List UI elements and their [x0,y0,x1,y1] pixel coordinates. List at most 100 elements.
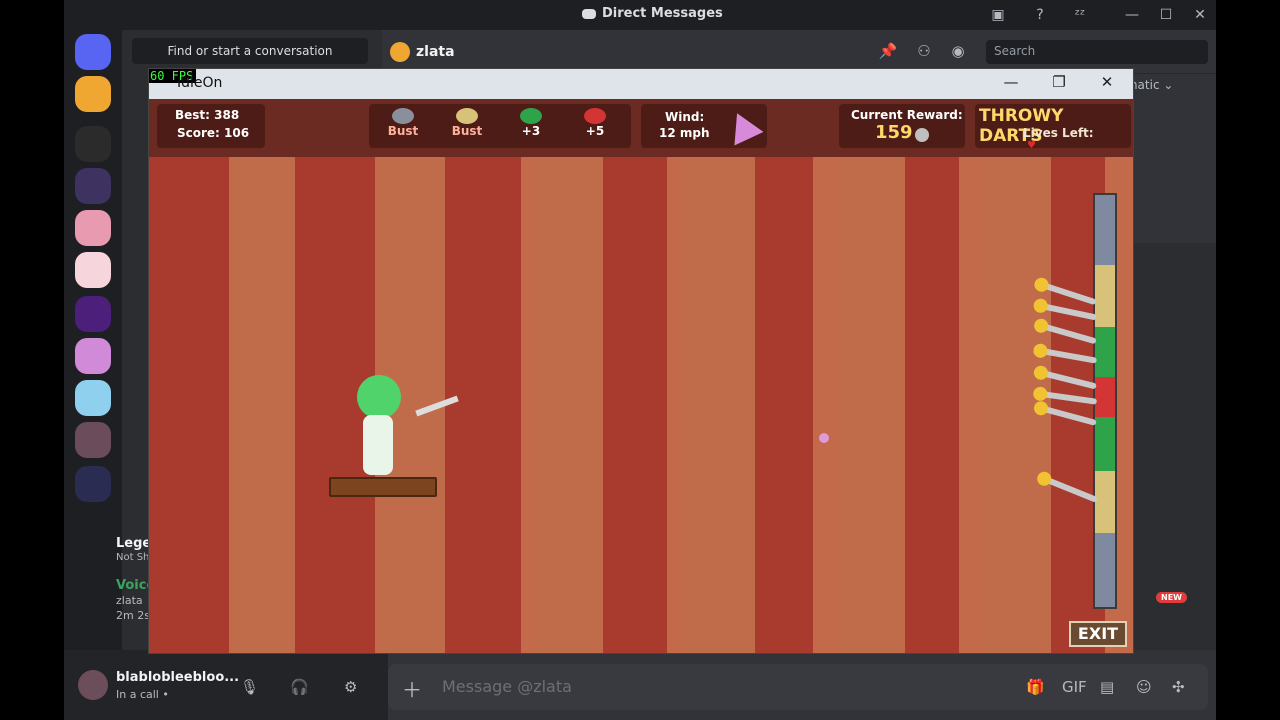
stripe [683,157,755,653]
wind-value: 12 mph [659,126,710,140]
stripe [229,157,295,653]
sleep-icon[interactable]: ᶻᶻ [1070,5,1090,25]
help-icon[interactable]: ? [1030,5,1050,25]
user-avatar[interactable] [78,670,108,700]
stripe [531,157,603,653]
dart-label: Bust [451,124,483,138]
dart-label: +3 [521,124,541,138]
reward-box: Current Reward: 159 [839,104,965,148]
emoji-icon[interactable]: ☺ [1136,678,1152,696]
dart-yellow-icon [456,108,478,124]
server-icon[interactable] [75,466,111,502]
game-close-icon[interactable]: ✕ [1095,73,1119,95]
minimize-icon[interactable]: — [1122,5,1142,25]
dart-label: Bust [387,124,419,138]
server-icon[interactable] [75,422,111,458]
add-attachment-icon[interactable]: ＋ [402,674,422,703]
server-icon[interactable] [75,168,111,204]
app-titlebar: Direct Messages ▣ ? ᶻᶻ — ☐ ✕ [64,0,1216,30]
player-body [363,415,393,475]
server-icon[interactable] [75,210,111,246]
user-status: In a call • [116,688,169,701]
coin-icon [915,128,929,142]
server-icon[interactable] [75,126,111,162]
reward-value: 159 [875,122,913,143]
dart-type-3: +3 [511,108,551,138]
dm-username: zlata [416,44,455,60]
voice-server-name: Lege [116,536,152,551]
titlebar-title: Direct Messages [582,6,723,21]
avatar [390,42,410,62]
heart-icon: ♥ [1027,140,1036,151]
add-friend-icon[interactable]: ⚇ [914,42,934,62]
dart-red-icon [584,108,606,124]
wind-label: Wind: [665,110,705,124]
message-input[interactable]: Message @zlata [442,677,572,696]
window-title: Direct Messages [602,6,723,21]
server-icon[interactable] [75,76,111,112]
message-composer: ＋ Message @zlata 🎁 GIF ▤ ☺ ✣ [388,664,1208,710]
board-segment-green [1095,327,1115,377]
gift-icon[interactable]: 🎁 [1026,678,1045,696]
dm-user[interactable]: zlata [390,42,455,62]
game-window-title: IdleOn [177,75,223,91]
reward-label: Current Reward: [851,108,963,122]
new-badge: NEW [1156,592,1187,603]
microphone-icon[interactable]: 🎙 [240,678,259,696]
dart-green-icon [520,108,542,124]
game-name-box: THROWY DARTS Lives Left: ♥ [975,104,1131,151]
close-icon[interactable]: ✕ [1190,5,1210,25]
wind-arrow-icon [722,106,764,146]
game-window: 60 FPS IdleOn — ❐ ✕ Best: 388 Score: 106… [148,68,1134,654]
right-black-bar [1216,0,1280,720]
cursor-icon [819,433,829,443]
server-icon[interactable] [75,252,111,288]
headphones-icon[interactable]: 🎧 [290,678,309,696]
board-segment-yellow [1095,471,1115,533]
dart-type-2: Bust [447,108,487,138]
pin-icon[interactable]: 📌 [878,42,898,62]
player-head [357,375,401,419]
dart-type-4: +5 [575,108,615,138]
game-titlebar: 60 FPS IdleOn — ❐ ✕ [149,69,1133,99]
best-score: Best: 388 [175,108,240,122]
gif-icon[interactable]: GIF [1062,678,1087,696]
board-segment-yellow [1095,265,1115,327]
user-name: blablobleebloo... [116,670,240,685]
find-conversation-button[interactable]: Find or start a conversation [132,38,368,64]
dart-type-1: Bust [383,108,423,138]
board-segment-green [1095,417,1115,471]
discord-logo-icon [582,8,596,19]
discord-app: Direct Messages ▣ ? ᶻᶻ — ☐ ✕ Find or sta… [64,0,1216,720]
server-icon[interactable] [75,380,111,416]
profile-icon[interactable]: ◉ [948,42,968,62]
left-black-bar [0,0,64,720]
search-input[interactable]: Search [986,40,1208,64]
wooden-platform [329,477,437,497]
voice-server-sub: Not Sh [116,552,150,563]
inbox-icon[interactable]: ▣ [988,5,1008,25]
server-icon[interactable] [75,296,111,332]
score-box: Best: 388 Score: 106 [157,104,265,148]
game-hud: Best: 388 Score: 106 Bust Bust +3 +5 Win… [149,99,1133,157]
apps-icon[interactable]: ✣ [1172,678,1185,696]
board-segment-red [1095,377,1115,417]
voice-user: zlata [116,594,143,607]
settings-icon[interactable]: ⚙ [344,678,357,696]
home-button[interactable] [75,34,111,70]
dart-grey-icon [392,108,414,124]
user-panel: blablobleebloo... In a call • 🎙 🎧 ⚙ [64,650,388,720]
wind-box: Wind: 12 mph [641,104,767,148]
maximize-icon[interactable]: ☐ [1156,5,1176,25]
dart-types: Bust Bust +3 +5 [369,104,631,148]
dart-label: +5 [585,124,605,138]
lives-label: Lives Left: [1023,126,1094,140]
game-minimize-icon[interactable]: — [999,73,1023,95]
stripe [839,157,905,653]
voice-time: 2m 2s [116,609,150,622]
sticker-icon[interactable]: ▤ [1100,678,1114,696]
right-panel [1132,243,1216,650]
server-icon[interactable] [75,338,111,374]
game-restore-icon[interactable]: ❐ [1047,73,1071,95]
exit-button[interactable]: EXIT [1069,621,1127,647]
